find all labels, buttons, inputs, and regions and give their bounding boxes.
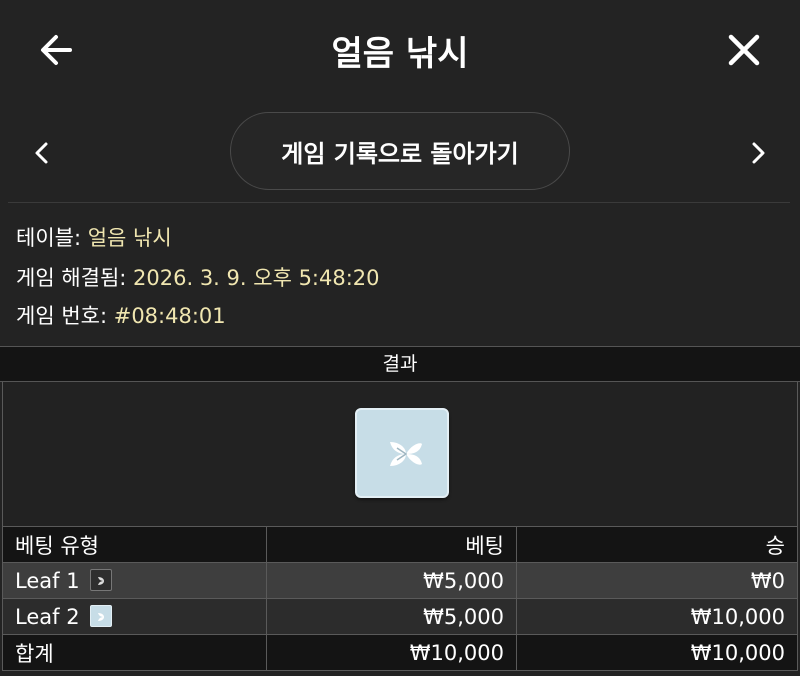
game-nav: 게임 기록으로 돌아가기 xyxy=(0,112,800,192)
win-amount-cell: ₩0 xyxy=(516,562,798,599)
table-value: 얼음 낚시 xyxy=(87,226,172,250)
back-to-history-button[interactable]: 게임 기록으로 돌아가기 xyxy=(230,112,570,190)
chevron-right-icon[interactable] xyxy=(743,138,773,168)
resolved-value: 2026. 3. 9. 오후 5:48:20 xyxy=(133,266,380,290)
leaf-dark-icon xyxy=(89,568,112,591)
result-area xyxy=(2,382,798,526)
table-header-row: 베팅 유형 베팅 승 xyxy=(2,526,798,563)
total-row: 합계 ₩10,000 ₩10,000 xyxy=(2,634,798,671)
result-header: 결과 xyxy=(0,346,800,382)
close-icon[interactable] xyxy=(724,30,764,70)
total-bet: ₩10,000 xyxy=(266,634,517,671)
result-tile xyxy=(355,408,449,498)
table-row: Leaf 1 ₩5,000 ₩0 xyxy=(2,562,798,599)
leaf-icon xyxy=(390,442,422,466)
bet-type-label: Leaf 2 xyxy=(15,604,80,629)
game-number-value: #08:48:01 xyxy=(113,304,226,328)
chevron-left-icon[interactable] xyxy=(27,138,57,168)
header-win: 승 xyxy=(516,526,798,563)
divider xyxy=(8,202,790,203)
resolved-info: 게임 해결됨: 2026. 3. 9. 오후 5:48:20 xyxy=(16,262,380,292)
bet-type-cell: Leaf 1 xyxy=(2,562,267,599)
bet-type-cell: Leaf 2 xyxy=(2,598,267,635)
header-bet-type: 베팅 유형 xyxy=(2,526,267,563)
table-row: Leaf 2 ₩5,000 ₩10,000 xyxy=(2,598,798,635)
game-number-info: 게임 번호: #08:48:01 xyxy=(16,300,226,330)
leaf-light-icon xyxy=(89,604,112,627)
page-title: 얼음 낚시 xyxy=(331,34,469,74)
win-amount-cell: ₩10,000 xyxy=(516,598,798,635)
bets-table: 베팅 유형 베팅 승 Leaf 1 ₩5,000 ₩0 Leaf 2 ₩5,00… xyxy=(2,526,798,671)
header: 얼음 낚시 xyxy=(0,0,800,100)
header-bet: 베팅 xyxy=(266,526,517,563)
bet-amount-cell: ₩5,000 xyxy=(266,598,517,635)
bet-amount-cell: ₩5,000 xyxy=(266,562,517,599)
table-info: 테이블: 얼음 낚시 xyxy=(16,222,172,252)
game-number-label: 게임 번호: xyxy=(16,304,114,328)
table-label: 테이블: xyxy=(16,226,88,250)
total-label: 합계 xyxy=(2,634,267,671)
total-win: ₩10,000 xyxy=(516,634,798,671)
bet-type-label: Leaf 1 xyxy=(15,568,80,593)
resolved-label: 게임 해결됨: xyxy=(16,266,134,290)
